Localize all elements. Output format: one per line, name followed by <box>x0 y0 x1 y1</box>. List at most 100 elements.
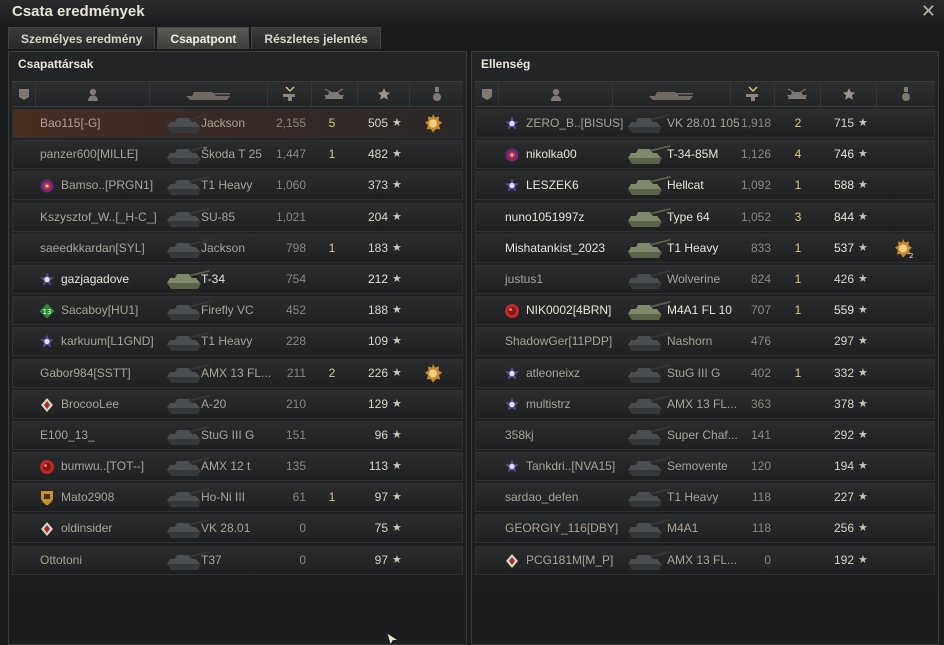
xp-value: 559 <box>833 303 854 318</box>
tank-icon <box>628 301 671 321</box>
platoon-column-icon[interactable] <box>475 82 499 106</box>
table-row[interactable]: 13 Sacaboy[HU1] Firefly VC 452 188 ★ <box>12 296 463 326</box>
table-row[interactable]: Mishatankist_2023 T1 Heavy 833 1 537 ★ 2 <box>475 233 935 263</box>
kills-value: 4 <box>794 147 802 162</box>
clan-badge-icon <box>505 148 519 162</box>
player-name: Sacaboy[HU1] <box>61 303 139 318</box>
star-icon: ★ <box>392 397 402 410</box>
table-row[interactable]: nuno1051997z Type 64 1,052 3 844 ★ <box>475 202 935 232</box>
table-row[interactable]: sardao_defen T1 Heavy 118 227 ★ <box>475 483 935 513</box>
window-title: Csata eredmények <box>12 3 145 20</box>
xp-value: 715 <box>833 116 854 130</box>
table-row[interactable]: panzer600[MILLE] Škoda T 25 1,447 1 482 ★ <box>12 140 463 170</box>
kills-column-icon[interactable] <box>312 82 358 106</box>
tank-column-icon[interactable] <box>613 82 731 106</box>
xp-value: 194 <box>833 459 854 474</box>
table-row[interactable]: Kszysztof_W..[_H-C_] SU-85 1,021 204 ★ <box>12 202 463 232</box>
clan-badge-icon: 13 <box>39 303 55 319</box>
tank-name: VK 28.01 105 <box>667 116 740 130</box>
star-icon: ★ <box>392 272 402 285</box>
table-row[interactable]: PCG181M[M_P] AMX 13 FL... 0 192 ★ <box>475 545 935 575</box>
table-row[interactable]: atleoneixz StuG III G 402 1 332 ★ <box>475 358 935 388</box>
tank-name: M4A1 FL 10 <box>667 303 732 318</box>
star-icon: ★ <box>392 335 402 348</box>
close-icon[interactable]: ✕ <box>921 1 936 22</box>
clan-badge-icon <box>41 491 53 506</box>
tank-name: AMX 13 FL... <box>201 365 272 380</box>
medals-column-icon[interactable] <box>877 82 935 106</box>
table-row[interactable]: saeedkkardan[SYL] Jackson 798 1 183 ★ <box>12 233 463 263</box>
kills-value: 2 <box>328 365 336 380</box>
table-row[interactable]: justus1 Wolverine 824 1 426 ★ <box>475 264 935 294</box>
table-row[interactable]: Ottotoni T37 0 97 ★ <box>12 545 463 575</box>
table-row[interactable]: Bao115[-G] Jackson 2,155 5 505 ★ <box>12 109 463 138</box>
star-icon: ★ <box>858 397 868 410</box>
tab-detailed-report[interactable]: Részletes jelentés <box>251 27 381 49</box>
kills-value <box>324 391 340 418</box>
table-row[interactable]: bumwu..[TOT--] AMX 12 t 135 113 ★ <box>12 452 463 482</box>
damage-column-icon[interactable] <box>731 82 775 106</box>
table-row[interactable]: NIK0002[4BRN] M4A1 FL 10 707 1 559 ★ <box>475 296 935 326</box>
table-row[interactable]: multistrz AMX 13 FL... 363 378 ★ <box>475 389 935 419</box>
table-row[interactable]: LESZEK6 Hellcat 1,092 1 588 ★ <box>475 171 935 201</box>
player-name: bumwu..[TOT--] <box>61 459 145 474</box>
xp-value: 129 <box>367 396 388 411</box>
tank-name: Ho-Ni III <box>201 490 246 505</box>
table-row[interactable]: Mato2908 Ho-Ni III 61 1 97 ★ <box>12 483 463 513</box>
platoon-column-icon[interactable] <box>12 82 36 106</box>
star-icon: ★ <box>858 148 868 161</box>
tab-personal-results[interactable]: Személyes eredmény <box>8 27 156 49</box>
xp-value: 292 <box>833 427 854 442</box>
svg-text:13: 13 <box>43 308 52 316</box>
table-row[interactable]: Gabor984[SSTT] AMX 13 FL... 211 2 226 ★ <box>12 358 463 388</box>
xp-column-icon[interactable] <box>821 82 877 106</box>
damage-value: 120 <box>750 459 771 474</box>
player-column-icon[interactable] <box>36 82 150 106</box>
kills-column-icon[interactable] <box>775 82 821 106</box>
xp-column-icon[interactable] <box>358 82 410 106</box>
tab-team-score[interactable]: Csapatpont <box>157 27 250 49</box>
kills-value <box>790 391 806 418</box>
xp-value: 97 <box>374 552 388 567</box>
damage-value: 0 <box>299 552 306 567</box>
damage-column-icon[interactable] <box>268 82 312 106</box>
tank-name: VK 28.01 <box>201 521 251 536</box>
table-row[interactable]: E100_13_ StuG III G 151 96 ★ <box>12 420 463 450</box>
hero-medal-icon <box>425 363 442 382</box>
xp-value: 192 <box>833 552 854 567</box>
tank-icon <box>628 269 671 289</box>
table-row[interactable]: ShadowGer[11PDP] Nashorn 476 297 ★ <box>475 327 935 357</box>
xp-value: 297 <box>833 334 854 349</box>
tank-name: T1 Heavy <box>201 334 253 349</box>
kills-value: 1 <box>328 147 336 162</box>
tank-column-icon[interactable] <box>150 82 268 106</box>
xp-value: 226 <box>367 365 388 380</box>
damage-value: 1,126 <box>740 147 771 162</box>
table-row[interactable]: karkuum[L1GND] T1 Heavy 228 109 ★ <box>12 327 463 357</box>
table-row[interactable]: oldinsider VK 28.01 0 75 ★ <box>12 514 463 544</box>
tank-name: A-20 <box>201 396 227 411</box>
player-column-icon[interactable] <box>499 82 613 106</box>
player-name: GEORGIY_116[DBY] <box>505 521 619 536</box>
tank-name: M4A1 <box>667 521 699 536</box>
kills-value <box>324 453 340 480</box>
kills-value: 1 <box>794 365 802 380</box>
star-icon: ★ <box>858 272 868 285</box>
xp-value: 426 <box>833 271 854 286</box>
damage-value: 707 <box>750 303 771 318</box>
table-row[interactable]: GEORGIY_116[DBY] M4A1 118 256 ★ <box>475 514 935 544</box>
table-row[interactable]: BrocooLee A-20 210 129 ★ <box>12 389 463 419</box>
xp-value: 227 <box>833 490 854 505</box>
table-row[interactable]: nikolka00 T-34-85M 1,126 4 746 ★ <box>475 140 935 170</box>
table-row[interactable]: 358kj Super Chaf... 141 292 ★ <box>475 420 935 450</box>
table-row[interactable]: gazjagadove T-34 754 212 ★ <box>12 264 463 294</box>
tank-name: Semovente <box>667 459 728 474</box>
tank-icon <box>628 457 671 477</box>
star-icon: ★ <box>392 522 402 535</box>
table-row[interactable]: ZERO_B..[BISUS] VK 28.01 105 1,918 2 715 ★ <box>475 109 935 138</box>
kills-value <box>790 484 806 511</box>
table-row[interactable]: Tankdri..[NVA15] Semovente 120 194 ★ <box>475 452 935 482</box>
table-row[interactable]: Bamso..[PRGN1] T1 Heavy 1,060 373 ★ <box>12 171 463 201</box>
medals-column-icon[interactable] <box>410 82 463 106</box>
tank-name: StuG III G <box>667 365 721 380</box>
